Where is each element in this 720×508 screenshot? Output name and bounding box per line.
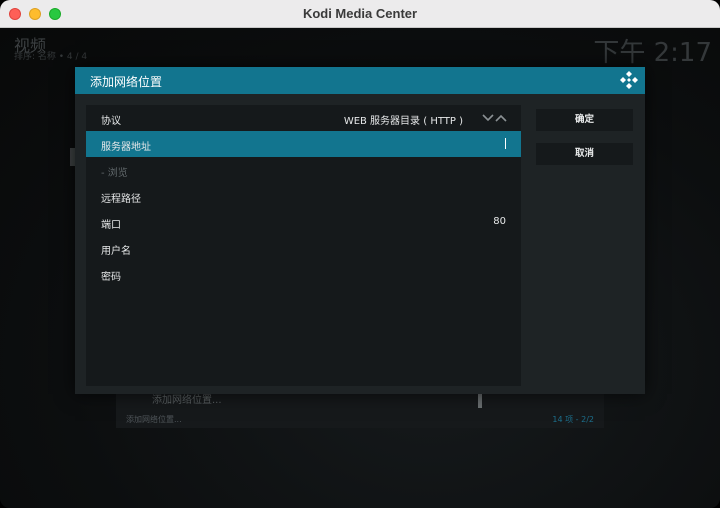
username-row[interactable]: 用户名	[86, 235, 521, 261]
settings-list: 协议 WEB 服务器目录 ( HTTP ) 服务器地址 - 浏览 远程路径 端口…	[86, 105, 521, 386]
title-bar: Kodi Media Center	[0, 0, 720, 28]
browse-label: - 浏览	[101, 168, 128, 179]
up-down-spinner-icon[interactable]	[482, 113, 508, 123]
background-footer-left: 添加网络位置...	[126, 415, 182, 424]
port-row[interactable]: 端口 80	[86, 209, 521, 235]
remote-path-label: 远程路径	[101, 194, 141, 205]
remote-path-row[interactable]: 远程路径	[86, 183, 521, 209]
background-clock: 下午 2:17	[593, 38, 712, 68]
username-label: 用户名	[101, 246, 131, 257]
protocol-label: 协议	[101, 116, 121, 127]
server-address-label: 服务器地址	[101, 142, 151, 153]
password-label: 密码	[101, 272, 121, 283]
app-window: Kodi Media Center 视频 排序: 名称 • 4 / 4 下午 2…	[0, 0, 720, 508]
ok-button[interactable]: 确定	[536, 109, 633, 131]
background-sort-info: 排序: 名称 • 4 / 4	[14, 52, 88, 62]
kodi-logo-icon	[620, 71, 638, 89]
background-scrollbar[interactable]	[478, 394, 482, 408]
window-title: Kodi Media Center	[302, 6, 418, 21]
port-value: 80	[493, 216, 506, 227]
server-address-row[interactable]: 服务器地址	[86, 131, 521, 157]
kodi-app: 视频 排序: 名称 • 4 / 4 下午 2:17 添加网络位置... 添加网络…	[0, 28, 720, 508]
dialog-title: 添加网络位置	[90, 75, 163, 89]
browse-row[interactable]: - 浏览	[86, 157, 521, 183]
text-cursor	[505, 138, 506, 149]
protocol-row[interactable]: 协议 WEB 服务器目录 ( HTTP )	[86, 105, 521, 131]
password-row[interactable]: 密码	[86, 261, 521, 287]
add-network-location-dialog: 添加网络位置 协议 WEB 服务器目录 ( HTTP ) 服务器地址 - 浏览 …	[75, 67, 645, 394]
cancel-button[interactable]: 取消	[536, 143, 633, 165]
background-footer-right: 14 项 - 2/2	[552, 415, 594, 424]
port-label: 端口	[101, 220, 121, 231]
background-list-panel: 添加网络位置... 添加网络位置... 14 项 - 2/2	[116, 390, 604, 428]
protocol-value: WEB 服务器目录 ( HTTP )	[343, 116, 463, 127]
dialog-header: 添加网络位置	[75, 67, 645, 94]
